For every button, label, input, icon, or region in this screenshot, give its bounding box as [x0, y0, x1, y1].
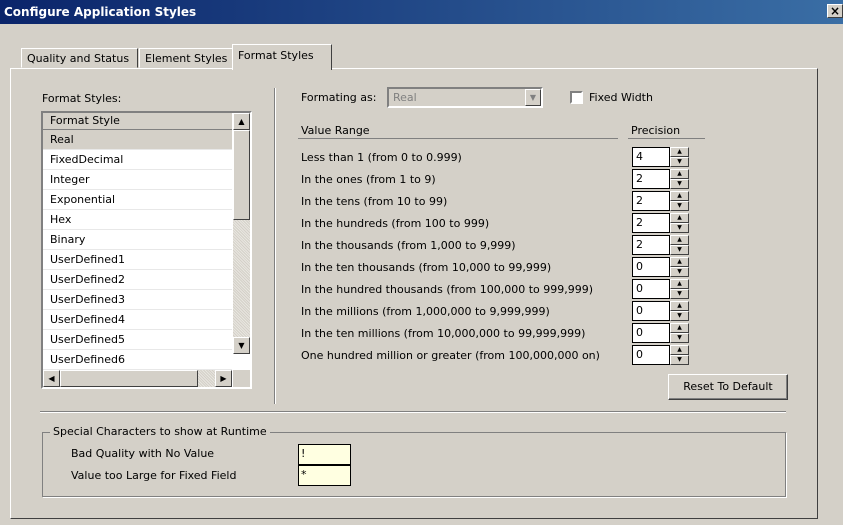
value-too-large-input[interactable]: * — [298, 465, 351, 486]
precision-input[interactable]: 0 — [632, 323, 670, 343]
horizontal-scrollbar[interactable]: ◀ ▶ — [43, 370, 232, 387]
special-characters-group — [42, 432, 786, 497]
spin-up-button[interactable]: ▲ — [670, 257, 689, 267]
vertical-scrollbar[interactable]: ▲ ▼ — [233, 113, 250, 354]
range-row-label: In the ten millions (from 10,000,000 to … — [301, 327, 586, 340]
range-row-label: One hundred million or greater (from 100… — [301, 349, 600, 362]
horizontal-scroll-thumb[interactable] — [60, 370, 198, 387]
spin-up-button[interactable]: ▲ — [670, 301, 689, 311]
precision-spinner[interactable]: 0 ▲ ▼ — [632, 301, 689, 321]
list-item-userdefined3[interactable]: UserDefined3 — [43, 290, 232, 310]
list-item-fixeddecimal[interactable]: FixedDecimal — [43, 150, 232, 170]
formating-as-dropdown[interactable]: Real ▼ — [387, 87, 543, 108]
spin-down-button[interactable]: ▼ — [670, 267, 689, 277]
precision-spinner[interactable]: 2 ▲ ▼ — [632, 191, 689, 211]
precision-underline — [628, 138, 705, 139]
spin-up-button[interactable]: ▲ — [670, 345, 689, 355]
format-style-list[interactable]: Format Style Real FixedDecimal Integer E… — [41, 111, 252, 389]
precision-input[interactable]: 0 — [632, 345, 670, 365]
list-header-format-style[interactable]: Format Style — [43, 113, 232, 130]
value-range-header: Value Range — [301, 124, 370, 137]
list-item-hex[interactable]: Hex — [43, 210, 232, 230]
precision-spinner[interactable]: 2 ▲ ▼ — [632, 169, 689, 189]
vertical-scroll-thumb[interactable] — [233, 130, 250, 220]
window-title: Configure Application Styles — [4, 5, 197, 19]
precision-input[interactable]: 4 — [632, 147, 670, 167]
spin-up-button[interactable]: ▲ — [670, 323, 689, 333]
spin-up-button[interactable]: ▲ — [670, 235, 689, 245]
value-range-underline — [298, 138, 618, 139]
precision-input[interactable]: 2 — [632, 191, 670, 211]
precision-spinner[interactable]: 0 ▲ ▼ — [632, 345, 689, 365]
precision-spinner[interactable]: 0 ▲ ▼ — [632, 257, 689, 277]
precision-input[interactable]: 2 — [632, 169, 670, 189]
spin-down-button[interactable]: ▼ — [670, 245, 689, 255]
spin-up-button[interactable]: ▲ — [670, 279, 689, 289]
format-styles-label: Format Styles: — [42, 92, 122, 105]
spin-up-button[interactable]: ▲ — [670, 213, 689, 223]
bad-quality-input[interactable]: ! — [298, 444, 351, 465]
range-row-label: In the hundred thousands (from 100,000 t… — [301, 283, 594, 296]
range-row-label: In the thousands (from 1,000 to 9,999) — [301, 239, 516, 252]
range-row-label: Less than 1 (from 0 to 0.999) — [301, 151, 462, 164]
precision-spinner[interactable]: 2 ▲ ▼ — [632, 213, 689, 233]
scroll-corner — [233, 370, 250, 387]
list-item-integer[interactable]: Integer — [43, 170, 232, 190]
tab-quality-and-status[interactable]: Quality and Status — [21, 48, 138, 68]
spin-up-button[interactable]: ▲ — [670, 169, 689, 179]
spin-down-button[interactable]: ▼ — [670, 179, 689, 189]
precision-spinner[interactable]: 0 ▲ ▼ — [632, 323, 689, 343]
range-row-label: In the millions (from 1,000,000 to 9,999… — [301, 305, 550, 318]
fixed-width-checkbox[interactable] — [570, 91, 583, 104]
spin-up-button[interactable]: ▲ — [670, 191, 689, 201]
close-button[interactable]: × — [827, 4, 843, 18]
reset-to-default-button[interactable]: Reset To Default — [668, 374, 788, 400]
scroll-up-button[interactable]: ▲ — [233, 113, 250, 130]
horizontal-divider — [40, 411, 786, 413]
range-row-label: In the tens (from 10 to 99) — [301, 195, 448, 208]
precision-spinner[interactable]: 4 ▲ ▼ — [632, 147, 689, 167]
fixed-width-label[interactable]: Fixed Width — [589, 91, 653, 104]
precision-spinner[interactable]: 2 ▲ ▼ — [632, 235, 689, 255]
formating-as-value: Real — [393, 91, 417, 104]
precision-input[interactable]: 0 — [632, 257, 670, 277]
list-item-binary[interactable]: Binary — [43, 230, 232, 250]
spin-down-button[interactable]: ▼ — [670, 157, 689, 167]
precision-header: Precision — [631, 124, 681, 137]
value-too-large-label: Value too Large for Fixed Field — [71, 469, 237, 482]
precision-input[interactable]: 0 — [632, 279, 670, 299]
list-item-userdefined2[interactable]: UserDefined2 — [43, 270, 232, 290]
bad-quality-label: Bad Quality with No Value — [71, 447, 215, 460]
scroll-right-button[interactable]: ▶ — [215, 370, 232, 387]
scroll-left-button[interactable]: ◀ — [43, 370, 60, 387]
formating-as-label: Formating as: — [301, 91, 377, 104]
spin-down-button[interactable]: ▼ — [670, 333, 689, 343]
special-characters-title: Special Characters to show at Runtime — [50, 425, 270, 438]
chevron-down-icon[interactable]: ▼ — [525, 89, 541, 106]
list-item-userdefined6[interactable]: UserDefined6 — [43, 350, 232, 370]
spin-down-button[interactable]: ▼ — [670, 289, 689, 299]
range-row-label: In the ten thousands (from 10,000 to 99,… — [301, 261, 552, 274]
spin-up-button[interactable]: ▲ — [670, 147, 689, 157]
range-row-label: In the hundreds (from 100 to 999) — [301, 217, 490, 230]
spin-down-button[interactable]: ▼ — [670, 223, 689, 233]
precision-input[interactable]: 0 — [632, 301, 670, 321]
list-item-exponential[interactable]: Exponential — [43, 190, 232, 210]
spin-down-button[interactable]: ▼ — [670, 355, 689, 365]
scroll-down-button[interactable]: ▼ — [233, 337, 250, 354]
list-item-userdefined5[interactable]: UserDefined5 — [43, 330, 232, 350]
vertical-divider — [274, 88, 276, 404]
precision-input[interactable]: 2 — [632, 235, 670, 255]
list-item-userdefined4[interactable]: UserDefined4 — [43, 310, 232, 330]
spin-down-button[interactable]: ▼ — [670, 311, 689, 321]
title-bar[interactable]: Configure Application Styles × — [0, 0, 843, 24]
spin-down-button[interactable]: ▼ — [670, 201, 689, 211]
list-item-real[interactable]: Real — [43, 130, 232, 150]
list-item-userdefined1[interactable]: UserDefined1 — [43, 250, 232, 270]
tab-format-styles[interactable]: Format Styles — [232, 44, 332, 70]
precision-spinner[interactable]: 0 ▲ ▼ — [632, 279, 689, 299]
range-row-label: In the ones (from 1 to 9) — [301, 173, 436, 186]
precision-input[interactable]: 2 — [632, 213, 670, 233]
